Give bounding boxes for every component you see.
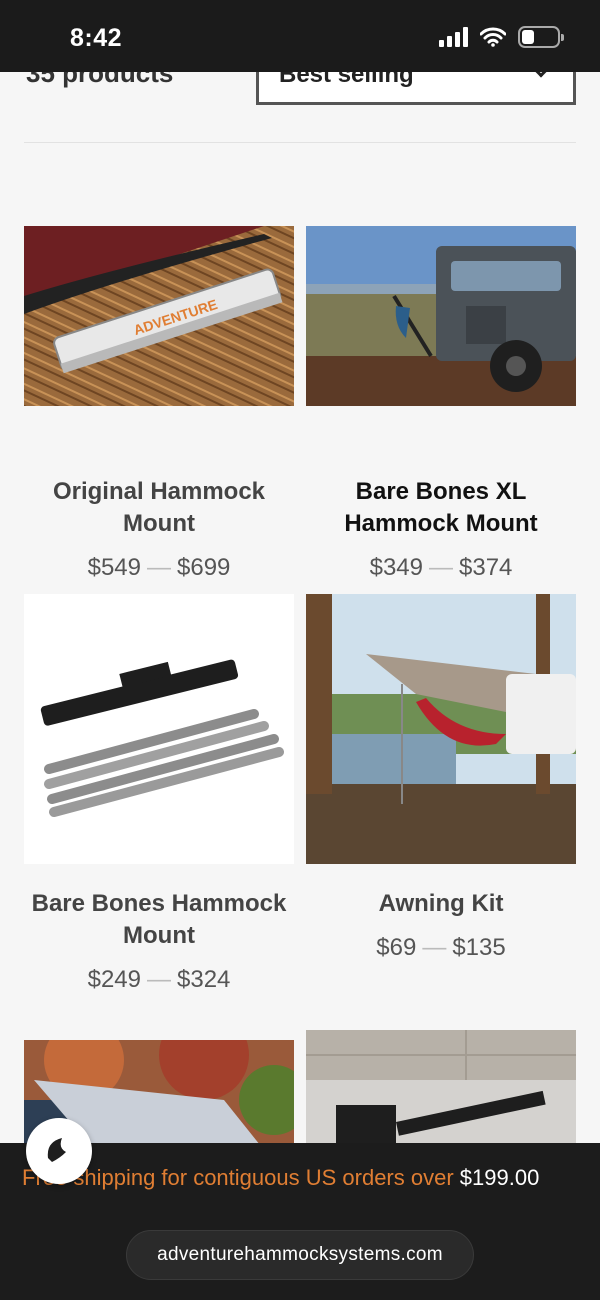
product-image[interactable] [24, 594, 294, 864]
product-price: $249— $324 [24, 966, 294, 994]
product-card[interactable]: ADVENTURE Original Hammock Mount $549— $6… [24, 226, 294, 582]
battery-icon [518, 26, 564, 48]
status-bar: 8:42 [0, 0, 600, 72]
product-image[interactable] [306, 594, 576, 864]
product-price: $69— $135 [306, 934, 576, 962]
price-max: $374 [459, 554, 513, 581]
product-price: $549— $699 [24, 554, 294, 582]
announcement-amount: $199.00 [459, 1165, 540, 1190]
product-card[interactable]: Awning Kit $69— $135 [306, 594, 576, 962]
wifi-icon [480, 27, 506, 47]
product-title[interactable]: Awning Kit [306, 888, 576, 920]
product-image[interactable] [306, 226, 576, 406]
product-title[interactable]: Bare Bones Hammock Mount [24, 888, 294, 952]
price-separator: — [429, 554, 453, 581]
price-min: $349 [369, 554, 423, 581]
product-title[interactable]: Bare Bones XL Hammock Mount [306, 476, 576, 540]
product-card[interactable]: Bare Bones Hammock Mount $249— $324 [24, 594, 294, 994]
product-image[interactable]: ADVENTURE [24, 226, 294, 406]
price-min: $69 [376, 934, 417, 961]
price-max: $324 [177, 966, 231, 993]
announcement-text: Free shipping for contiguous US orders o… [22, 1165, 539, 1191]
cellular-signal-icon [439, 27, 468, 47]
product-card[interactable] [306, 1030, 576, 1150]
product-image[interactable] [306, 1030, 576, 1150]
price-min: $249 [87, 966, 141, 993]
status-time: 8:42 [70, 24, 123, 52]
chat-button[interactable] [26, 1118, 92, 1184]
product-title[interactable]: Original Hammock Mount [24, 476, 294, 540]
status-icons [439, 26, 564, 48]
price-max: $699 [177, 554, 231, 581]
price-separator: — [422, 934, 447, 961]
price-separator: — [147, 966, 171, 993]
divider [24, 142, 576, 143]
price-max: $135 [452, 934, 506, 961]
product-card[interactable]: Bare Bones XL Hammock Mount $349— $374 [306, 226, 576, 582]
browser-url-bar[interactable]: adventurehammocksystems.com [126, 1230, 474, 1280]
price-separator: — [147, 554, 171, 581]
price-min: $549 [87, 554, 141, 581]
product-price: $349— $374 [306, 554, 576, 582]
chat-icon [47, 1138, 66, 1162]
